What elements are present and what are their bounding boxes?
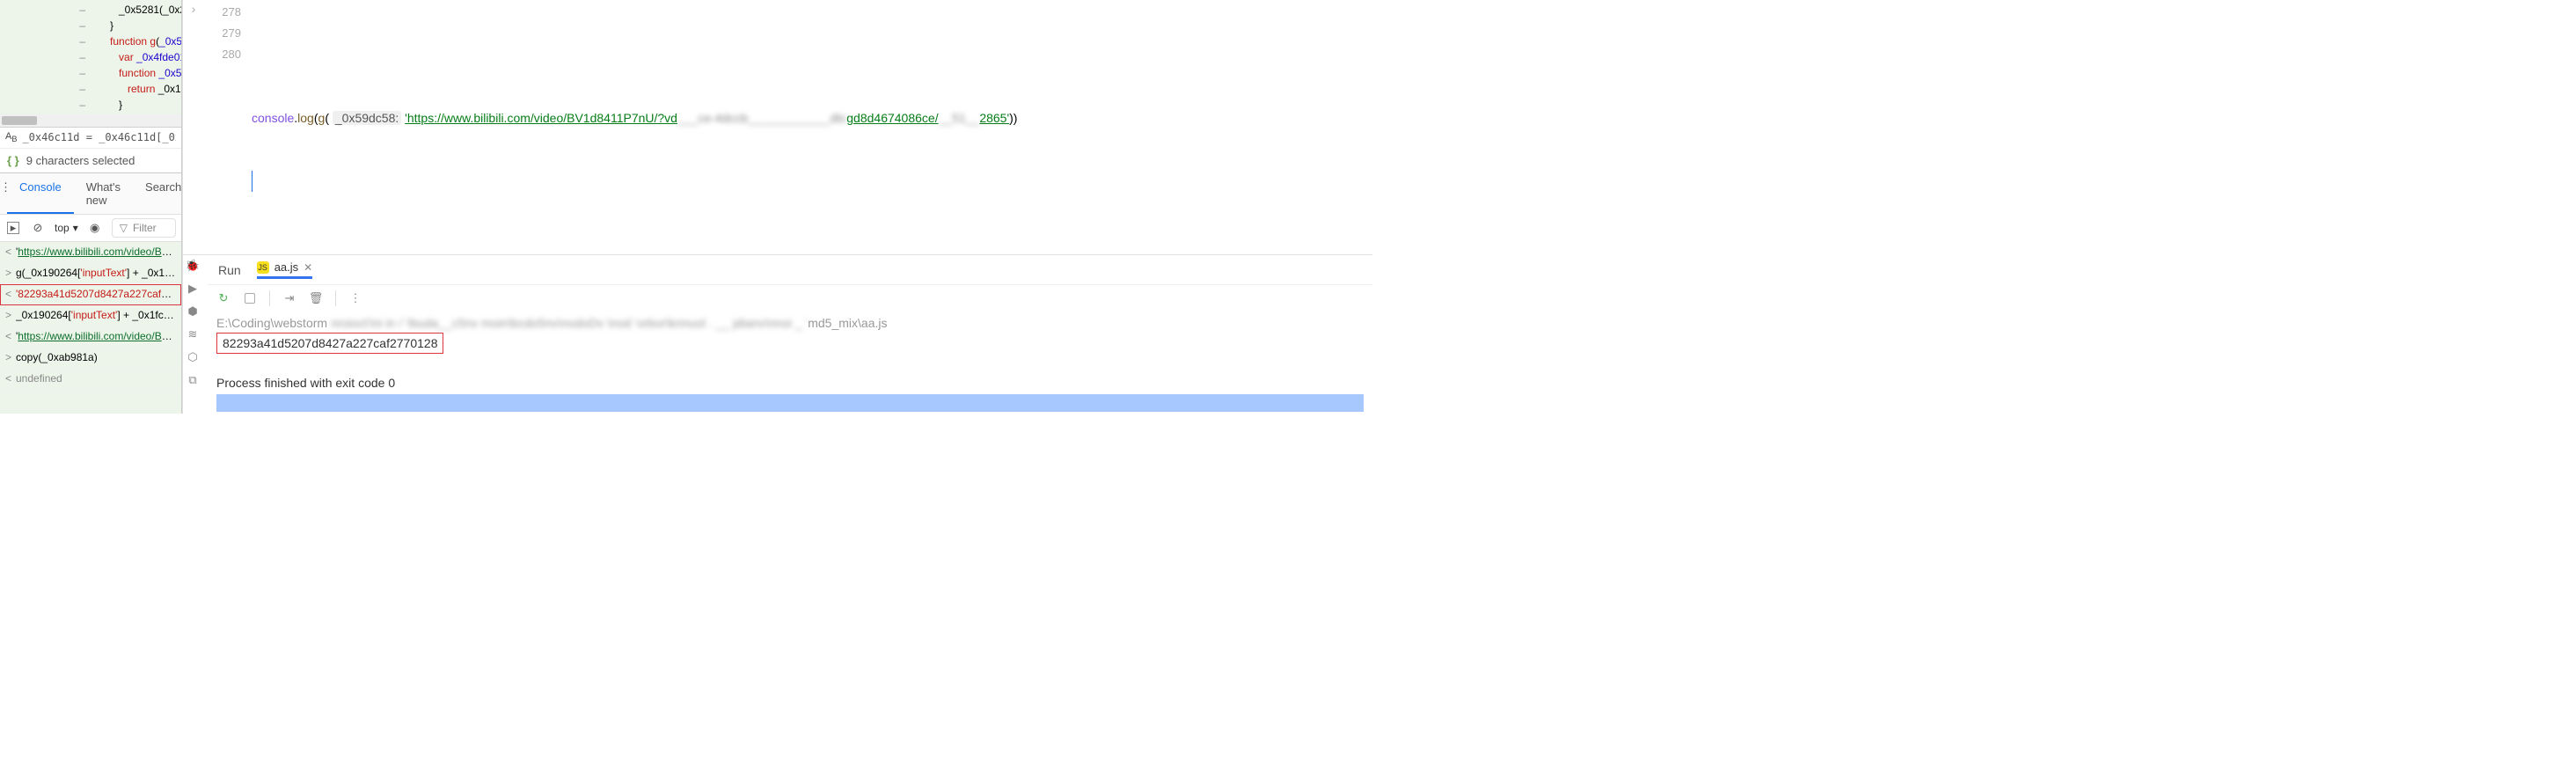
scroll-thumb[interactable] (2, 116, 37, 125)
run-output[interactable]: E:\Coding\webstorm nroioct'ini in / 'ibu… (208, 312, 1372, 414)
tab-overflow-left[interactable]: ⋮ (0, 173, 7, 214)
terminal-icon[interactable]: ⧉ (188, 373, 196, 387)
editor-line-numbers: 278 279 280 (204, 0, 248, 254)
structure-icon[interactable]: ⬢ (187, 304, 197, 319)
match-case-icon[interactable]: AB (5, 131, 17, 143)
devtools-tabs: ⋮ Console What's new Search Autofill (0, 172, 181, 215)
close-tab-icon[interactable]: ✕ (304, 261, 312, 274)
run-tool-window: 🐞 ▶ ⬢ ≋ ⬡ ⧉ Run JS aa.js ✕ ↻ (183, 254, 1372, 414)
debug-icon[interactable]: 🐞 (186, 259, 200, 273)
run-toolbar: ↻ ⇥ 🗑 ⋮ (208, 285, 1372, 312)
editor-fold-gutter: › (183, 0, 204, 254)
code-search-bar: AB (0, 127, 181, 147)
run-tabs-bar: Run JS aa.js ✕ (208, 255, 1372, 285)
layers-icon[interactable]: ≋ (188, 327, 198, 341)
services-icon[interactable]: ⬡ (187, 350, 197, 364)
diff-code-lines: – _0x5281(_0x20598fa, _0x– }– function g… (0, 0, 181, 114)
rerun-icon[interactable]: ↻ (216, 291, 231, 305)
js-file-icon: JS (257, 261, 269, 274)
code-search-input[interactable] (22, 131, 176, 143)
filter-icon: ▽ (120, 222, 128, 234)
selection-count-label: 9 characters selected (26, 154, 135, 167)
context-selector[interactable]: top ▾ (55, 222, 78, 234)
editor-content[interactable]: console.log(g( _0x59dc58: 'https://www.b… (248, 0, 1372, 254)
stop-icon[interactable] (243, 291, 257, 305)
terminal-selection (216, 394, 1364, 412)
output-hash: 82293a41d5207d8427a227caf2770128 (216, 333, 443, 354)
run-tab-label[interactable]: Run (216, 258, 243, 282)
more-icon[interactable]: ⋮ (348, 291, 362, 305)
tab-whatsnew[interactable]: What's new (74, 173, 133, 214)
param-hint: _0x59dc58: (333, 111, 401, 125)
horizontal-scrollbar[interactable] (0, 114, 181, 127)
selection-info-bar: { } 9 characters selected (0, 148, 181, 172)
clear-console-icon[interactable]: ⊘ (30, 220, 46, 236)
run-config-tab[interactable]: JS aa.js ✕ (257, 260, 313, 279)
filter-placeholder: Filter (133, 222, 157, 234)
tab-console[interactable]: Console (7, 173, 74, 214)
sidebar-toggle-icon[interactable]: ▸ (5, 220, 21, 236)
trash-icon[interactable]: 🗑 (309, 291, 323, 305)
code-editor[interactable]: › 278 279 280 console.log(g( _0x59dc58: … (183, 0, 1372, 254)
soft-wrap-icon[interactable]: ⇥ (282, 291, 296, 305)
console-output[interactable]: <'https://www.bilibili.com/video/BV1d841… (0, 242, 181, 414)
exit-message: Process finished with exit code 0 (216, 373, 1364, 392)
live-expression-icon[interactable]: ◉ (87, 220, 103, 236)
braces-icon: { } (7, 154, 19, 167)
console-filter[interactable]: ▽ Filter (112, 218, 176, 238)
run-button-icon[interactable]: ▶ (188, 282, 197, 296)
console-toolbar: ▸ ⊘ top ▾ ◉ ▽ Filter (0, 215, 181, 242)
